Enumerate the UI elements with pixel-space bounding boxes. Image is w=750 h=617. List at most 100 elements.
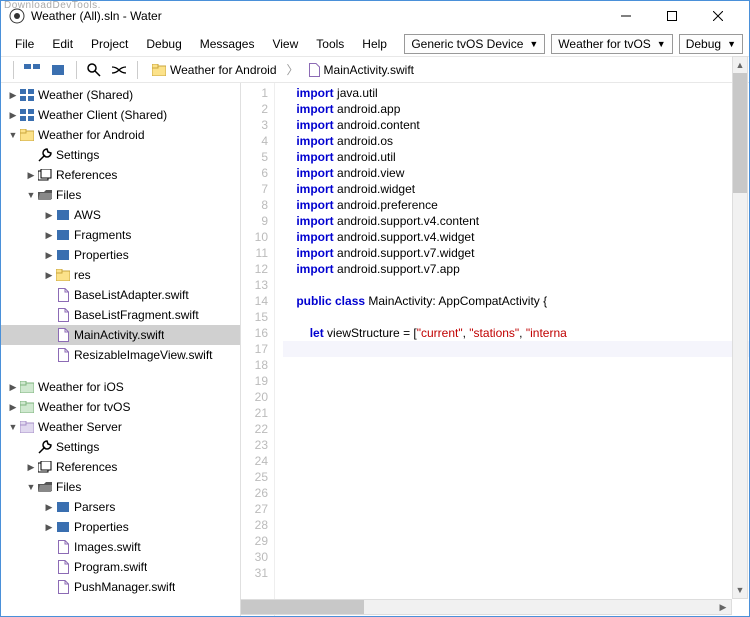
tree-item[interactable]: ▶ Weather Client (Shared) — [1, 105, 240, 125]
tree-item[interactable]: ▶AWS — [1, 205, 240, 225]
panel-tabs-icon[interactable] — [20, 61, 44, 79]
target-combo[interactable]: Weather for tvOS▼ — [551, 34, 672, 54]
tree-item-label: Properties — [74, 520, 129, 534]
folder-y-icon — [55, 269, 71, 281]
tree-item-label: Weather for tvOS — [38, 400, 130, 414]
menu-messages[interactable]: Messages — [192, 33, 263, 55]
tree-item-label: Weather (Shared) — [38, 88, 133, 102]
ref-icon — [37, 169, 53, 181]
tree-item[interactable]: PushManager.swift — [1, 577, 240, 597]
breadcrumb-project[interactable]: Weather for Android — [148, 61, 281, 79]
tree-item-label: Weather Server — [38, 420, 122, 434]
tree-item-label: Weather for Android — [38, 128, 145, 142]
disclosure-arrow-icon[interactable]: ▶ — [43, 270, 55, 281]
menu-project[interactable]: Project — [83, 33, 136, 55]
menu-file[interactable]: File — [7, 33, 42, 55]
menu-view[interactable]: View — [264, 33, 306, 55]
breadcrumb-file[interactable]: MainActivity.swift — [305, 61, 418, 79]
tree-item[interactable]: MainActivity.swift — [1, 325, 240, 345]
disclosure-arrow-icon[interactable]: ▼ — [7, 422, 19, 432]
scroll-thumb[interactable] — [241, 600, 364, 614]
blue-icon — [55, 521, 71, 533]
window-title: Weather (All).sln - Water — [31, 9, 603, 23]
line-gutter: 1234567891011121314151617181920212223242… — [241, 83, 275, 616]
shuffle-icon[interactable] — [107, 61, 131, 79]
device-combo-text: Generic tvOS Device — [411, 37, 523, 51]
tree-item-label: Weather Client (Shared) — [38, 108, 167, 122]
tree-item[interactable]: ▶Fragments — [1, 225, 240, 245]
tree-item[interactable]: ▶Parsers — [1, 497, 240, 517]
code-area[interactable]: import java.util import android.app impo… — [275, 83, 749, 616]
action-combo[interactable]: Debug▼ — [679, 34, 743, 54]
tree-item[interactable]: BaseListAdapter.swift — [1, 285, 240, 305]
tree-item[interactable]: ▼ Weather Server — [1, 417, 240, 437]
tree-item-label: Program.swift — [74, 560, 147, 574]
tree-item-label: References — [56, 460, 117, 474]
disclosure-arrow-icon[interactable]: ▼ — [25, 190, 37, 200]
disclosure-arrow-icon[interactable]: ▼ — [25, 482, 37, 492]
disclosure-arrow-icon[interactable]: ▶ — [7, 402, 19, 413]
scroll-up-icon[interactable]: ▲ — [733, 57, 747, 73]
tree-item[interactable]: Images.swift — [1, 537, 240, 557]
tree-item[interactable]: ▶Weather for iOS — [1, 377, 240, 397]
tree-item-label: MainActivity.swift — [74, 328, 164, 342]
wrench-icon — [37, 440, 53, 454]
menu-help[interactable]: Help — [354, 33, 395, 55]
tree-item[interactable]: ▶Properties — [1, 245, 240, 265]
scroll-thumb[interactable] — [733, 73, 747, 193]
search-icon[interactable] — [83, 60, 105, 80]
menu-debug[interactable]: Debug — [138, 33, 189, 55]
titlebar[interactable]: Weather (All).sln - Water — [1, 1, 749, 31]
disclosure-arrow-icon[interactable]: ▼ — [7, 130, 19, 140]
scroll-right-icon[interactable]: ▶ — [715, 600, 731, 614]
project-tree[interactable]: ▶ Weather (Shared) ▶ Weather Client (Shared… — [1, 83, 241, 616]
disclosure-arrow-icon[interactable]: ▶ — [43, 502, 55, 513]
tree-item-label: res — [74, 268, 91, 282]
tree-item[interactable]: ▶ References — [1, 457, 240, 477]
disclosure-arrow-icon[interactable]: ▶ — [7, 382, 19, 393]
tree-item-label: Files — [56, 188, 81, 202]
disclosure-arrow-icon[interactable]: ▶ — [25, 462, 37, 473]
code-editor[interactable]: 1234567891011121314151617181920212223242… — [241, 83, 749, 616]
disclosure-arrow-icon[interactable]: ▶ — [7, 90, 19, 101]
disclosure-arrow-icon[interactable]: ▶ — [43, 210, 55, 221]
menu-tools[interactable]: Tools — [308, 33, 352, 55]
minimize-button[interactable] — [603, 1, 649, 31]
menu-edit[interactable]: Edit — [44, 33, 81, 55]
tree-item-label: Files — [56, 480, 81, 494]
tree-item[interactable]: BaseListFragment.swift — [1, 305, 240, 325]
blue-icon — [55, 249, 71, 261]
horizontal-scrollbar[interactable]: ◀ ▶ — [240, 599, 732, 615]
ref-icon — [37, 461, 53, 473]
tree-item-label: BaseListFragment.swift — [74, 308, 199, 322]
tree-item[interactable]: ResizableImageView.swift — [1, 345, 240, 365]
disclosure-arrow-icon[interactable]: ▶ — [43, 230, 55, 241]
disclosure-arrow-icon[interactable]: ▶ — [43, 522, 55, 533]
disclosure-arrow-icon[interactable]: ▶ — [7, 110, 19, 121]
tree-item[interactable]: Settings — [1, 437, 240, 457]
device-combo[interactable]: Generic tvOS Device▼ — [404, 34, 545, 54]
tree-item[interactable]: ▶ res — [1, 265, 240, 285]
disclosure-arrow-icon[interactable]: ▶ — [25, 170, 37, 181]
tree-item-label: Settings — [56, 440, 99, 454]
file-icon — [309, 63, 320, 77]
scroll-down-icon[interactable]: ▼ — [733, 582, 747, 598]
tree-item[interactable]: ▶References — [1, 165, 240, 185]
tree-item-label: PushManager.swift — [74, 580, 175, 594]
vertical-scrollbar[interactable]: ▲ ▼ — [732, 56, 748, 599]
tree-item[interactable]: Settings — [1, 145, 240, 165]
tree-item[interactable]: ▶ Properties — [1, 517, 240, 537]
doc-icon — [55, 580, 71, 594]
tree-item[interactable]: Program.swift — [1, 557, 240, 577]
tree-item[interactable]: ▼ Files — [1, 477, 240, 497]
tree-item[interactable]: ▼ Files — [1, 185, 240, 205]
panel-solid-icon[interactable] — [46, 61, 70, 79]
disclosure-arrow-icon[interactable]: ▶ — [43, 250, 55, 261]
maximize-button[interactable] — [649, 1, 695, 31]
tree-item[interactable]: ▼ Weather for Android — [1, 125, 240, 145]
tree-item[interactable]: ▶ Weather (Shared) — [1, 85, 240, 105]
close-button[interactable] — [695, 1, 741, 31]
separator — [137, 61, 138, 79]
folder-o-icon — [37, 481, 53, 493]
tree-item[interactable]: ▶ Weather for tvOS — [1, 397, 240, 417]
